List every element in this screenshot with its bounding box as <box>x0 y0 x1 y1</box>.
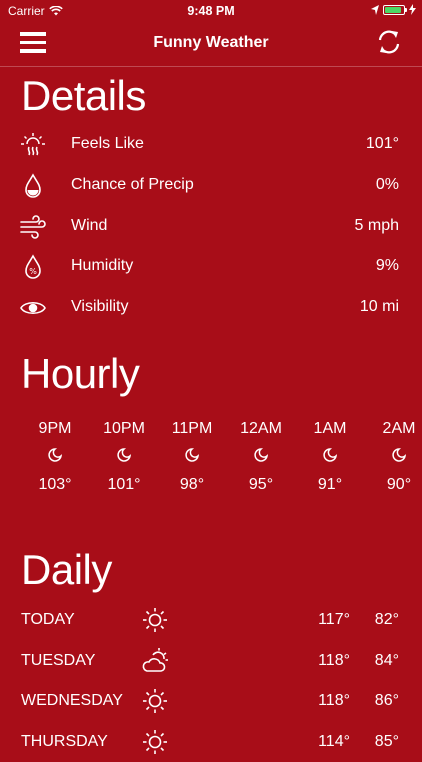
eye-icon <box>20 301 46 315</box>
moon-icon <box>117 448 131 462</box>
hour-item: 12AM 95° <box>226 420 296 494</box>
daily-row: WEDNESDAY 118° 86° <box>0 681 422 721</box>
moon-icon <box>254 448 268 462</box>
svg-text:%: % <box>29 267 37 276</box>
moon-icon <box>48 448 62 462</box>
moon-icon <box>392 448 406 462</box>
detail-row-humidity: % Humidity 9% <box>0 246 422 286</box>
refresh-button[interactable] <box>376 28 402 56</box>
detail-value: 10 mi <box>359 298 399 315</box>
detail-value: 5 mph <box>354 217 399 234</box>
partly-cloudy-icon <box>142 648 168 672</box>
detail-label: Chance of Precip <box>71 176 194 193</box>
moon-icon <box>323 448 337 462</box>
detail-value: 0% <box>375 176 399 193</box>
humidity-icon: % <box>25 254 41 279</box>
hour-item: 10PM 101° <box>89 420 159 494</box>
day-high: 117° <box>318 611 350 628</box>
hour-label: 12AM <box>240 420 282 437</box>
daily-row: TODAY 117° 82° <box>0 600 422 640</box>
detail-row-visibility: Visibility 10 mi <box>0 287 422 327</box>
nav-bar: Funny Weather <box>0 22 422 67</box>
status-right <box>371 4 416 15</box>
hour-temp: 95° <box>248 476 274 493</box>
day-high: 118° <box>318 692 350 709</box>
detail-label: Humidity <box>71 257 134 274</box>
detail-label: Feels Like <box>71 135 144 152</box>
hour-label: 10PM <box>103 420 145 437</box>
hour-label: 11PM <box>171 420 213 437</box>
detail-row-wind: Wind 5 mph <box>0 206 422 246</box>
detail-value: 9% <box>375 257 399 274</box>
day-label: THURSDAY <box>21 733 108 750</box>
hour-label: 9PM <box>38 420 72 437</box>
hourly-title: Hourly <box>21 350 140 397</box>
day-low: 84° <box>374 652 399 669</box>
detail-row-precip: Chance of Precip 0% <box>0 165 422 205</box>
day-low: 85° <box>374 733 399 750</box>
detail-value: 101° <box>365 135 399 152</box>
sun-icon <box>143 608 167 632</box>
app-title: Funny Weather <box>153 34 269 51</box>
location-icon <box>371 4 379 15</box>
day-label: WEDNESDAY <box>21 692 123 709</box>
charging-bolt-icon <box>409 4 416 15</box>
battery-icon <box>383 4 407 15</box>
daily-title: Daily <box>21 546 112 593</box>
details-title: Details <box>21 72 146 119</box>
detail-label: Visibility <box>71 298 129 315</box>
sun-icon <box>143 689 167 713</box>
heat-icon <box>21 133 45 156</box>
hour-item: 9PM 103° <box>20 420 90 494</box>
hour-label: 1AM <box>313 420 347 437</box>
detail-label: Wind <box>71 217 108 234</box>
hour-temp: 101° <box>107 476 141 493</box>
drop-icon <box>25 173 41 198</box>
wind-icon <box>20 215 46 239</box>
hour-item: 11PM 98° <box>157 420 227 494</box>
day-low: 86° <box>374 692 399 709</box>
day-low: 82° <box>374 611 399 628</box>
daily-row: TUESDAY 118° 84° <box>0 641 422 681</box>
daily-row: THURSDAY 114° 85° <box>0 722 422 762</box>
hour-temp: 98° <box>179 476 205 493</box>
detail-row-feels-like: Feels Like 101° <box>0 124 422 164</box>
status-bar: Carrier 9:48 PM <box>0 0 422 22</box>
hour-temp: 103° <box>38 476 72 493</box>
hour-item: 1AM 91° <box>295 420 365 494</box>
day-label: TODAY <box>21 611 75 628</box>
day-label: TUESDAY <box>21 652 96 669</box>
hourly-scroller[interactable]: 9PM 103° 10PM 101° 11PM 98° 12AM 95° 1AM… <box>0 420 422 500</box>
day-high: 118° <box>318 652 350 669</box>
hour-temp: 91° <box>317 476 343 493</box>
hour-temp: 90° <box>386 476 412 493</box>
day-high: 114° <box>318 733 350 750</box>
status-time: 9:48 PM <box>187 4 235 18</box>
hour-label: 2AM <box>382 420 416 437</box>
hour-item: 2AM 90° <box>364 420 422 494</box>
sun-icon <box>143 730 167 754</box>
moon-icon <box>185 448 199 462</box>
